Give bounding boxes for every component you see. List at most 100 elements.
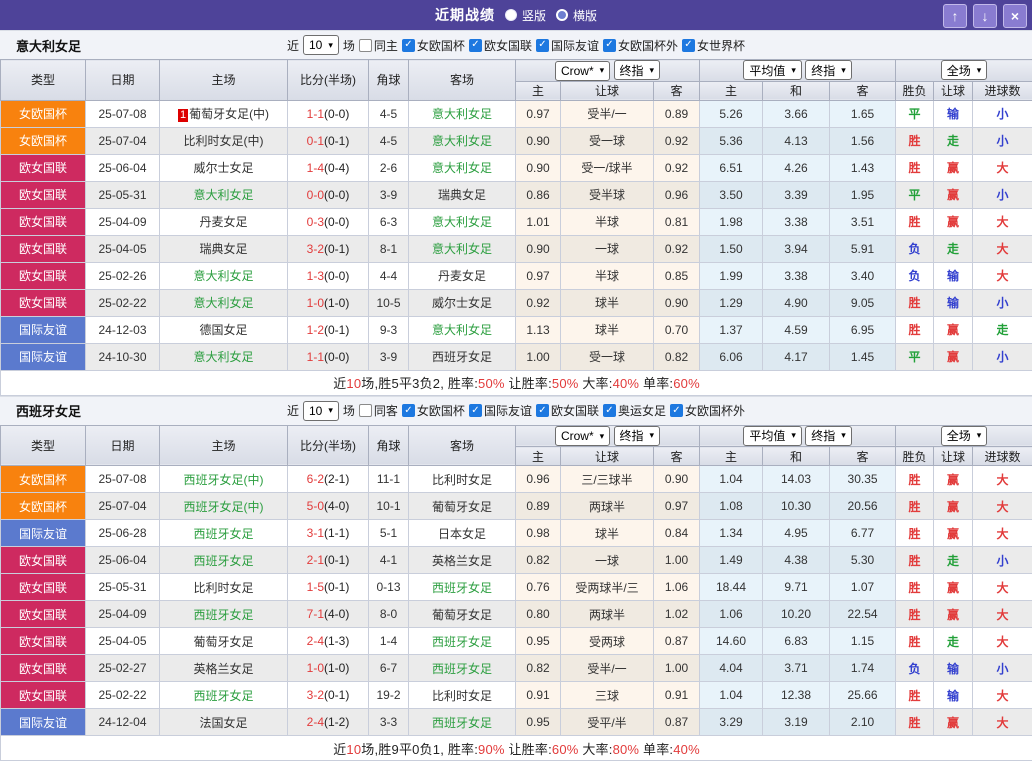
- avg-select[interactable]: 平均值▾: [743, 426, 802, 446]
- avg-away-cell: 1.65: [830, 100, 896, 127]
- goals-result-cell: 大: [973, 628, 1032, 655]
- scroll-up-button[interactable]: ↑: [943, 4, 967, 28]
- handicap-cell: 受两球: [561, 628, 654, 655]
- result-cell: 胜: [896, 601, 934, 628]
- handicap-cell: 受一球: [561, 343, 654, 370]
- odds-away-cell: 0.82: [654, 343, 700, 370]
- result-cell: 胜: [896, 154, 934, 181]
- handicap-cell: 两球半: [561, 493, 654, 520]
- checkbox-checked-icon: ✓: [469, 404, 482, 417]
- date-cell: 25-07-04: [86, 127, 160, 154]
- final-odds-select[interactable]: 终指▾: [614, 426, 661, 446]
- avg-draw-cell: 4.95: [763, 520, 830, 547]
- recent-count-select[interactable]: 10 ▾: [303, 35, 339, 55]
- score-cell: 2-1(0-1): [288, 547, 369, 574]
- handicap-cell: 球半: [561, 520, 654, 547]
- handicap-result-cell: 赢: [934, 601, 973, 628]
- avg-draw-cell: 3.66: [763, 100, 830, 127]
- league-checkbox[interactable]: ✓女世界杯: [682, 37, 745, 54]
- final-odds-select-2[interactable]: 终指▾: [805, 60, 852, 80]
- away-team-cell: 丹麦女足: [409, 262, 516, 289]
- odds-away-cell: 0.89: [654, 100, 700, 127]
- goals-result-cell: 大: [973, 601, 1032, 628]
- avg-away-cell: 1.95: [830, 181, 896, 208]
- chevron-down-icon: ▾: [977, 66, 982, 75]
- recent-count-select[interactable]: 10 ▾: [303, 401, 339, 421]
- avg-home-cell: 1.49: [700, 547, 763, 574]
- match-row: 欧女国联25-02-26意大利女足1-3(0-0)4-4丹麦女足0.97半球0.…: [1, 262, 1032, 289]
- chevron-down-icon: ▾: [600, 432, 605, 441]
- result-cell: 胜: [896, 574, 934, 601]
- date-cell: 24-10-30: [86, 343, 160, 370]
- bookmaker-select[interactable]: Crow*▾: [555, 426, 610, 446]
- avg-home-cell: 1.29: [700, 289, 763, 316]
- league-checkbox[interactable]: ✓国际友谊: [469, 402, 532, 419]
- same-venue-checkbox[interactable]: 同客: [359, 402, 398, 419]
- away-team-cell: 意大利女足: [409, 208, 516, 235]
- subcol-away-avg: 客: [830, 447, 896, 466]
- away-team-cell: 日本女足: [409, 520, 516, 547]
- score-cell: 1-0(1-0): [288, 289, 369, 316]
- league-checkbox[interactable]: ✓女欧国杯外: [670, 402, 745, 419]
- odds-home-cell: 0.95: [516, 628, 561, 655]
- team-name: 意大利女足: [16, 36, 81, 55]
- corner-cell: 0-13: [369, 574, 409, 601]
- home-team-cell: 意大利女足: [160, 262, 288, 289]
- avg-away-cell: 1.07: [830, 574, 896, 601]
- match-row: 欧女国联25-04-09丹麦女足0-3(0-0)6-3意大利女足1.01半球0.…: [1, 208, 1032, 235]
- home-team-cell: 瑞典女足: [160, 235, 288, 262]
- avg-home-cell: 6.51: [700, 154, 763, 181]
- match-row: 女欧国杯25-07-08西班牙女足(中)6-2(2-1)11-1比利时女足0.9…: [1, 466, 1032, 493]
- league-cell: 欧女国联: [1, 181, 86, 208]
- layout-radio-vertical[interactable]: 竖版: [505, 7, 546, 24]
- handicap-result-cell: 走: [934, 628, 973, 655]
- handicap-cell: 受两球半/三: [561, 574, 654, 601]
- match-row: 欧女国联25-05-31意大利女足0-0(0-0)3-9瑞典女足0.86受半球0…: [1, 181, 1032, 208]
- handicap-cell: 半球: [561, 208, 654, 235]
- full-match-select[interactable]: 全场▾: [941, 426, 988, 446]
- match-row: 欧女国联25-06-04威尔士女足1-4(0-4)2-6意大利女足0.90受一/…: [1, 154, 1032, 181]
- odds-away-cell: 0.90: [654, 466, 700, 493]
- subcol-goals: 进球数: [973, 81, 1032, 100]
- col-date: 日期: [86, 60, 160, 101]
- handicap-result-cell: 走: [934, 547, 973, 574]
- match-row: 女欧国杯25-07-04西班牙女足(中)5-0(4-0)10-1葡萄牙女足0.8…: [1, 493, 1032, 520]
- league-checkbox[interactable]: ✓国际友谊: [536, 37, 599, 54]
- summary-row: 近10场,胜5平3负2, 胜率:50% 让胜率:50% 大率:40% 单率:60…: [1, 370, 1032, 395]
- subcol-home-avg: 主: [700, 447, 763, 466]
- matches-tbody: 女欧国杯25-07-08西班牙女足(中)6-2(2-1)11-1比利时女足0.9…: [1, 466, 1032, 736]
- result-cell: 平: [896, 181, 934, 208]
- subcol-handicap-result: 让球: [934, 81, 973, 100]
- bookmaker-select[interactable]: Crow*▾: [555, 61, 610, 81]
- league-cell: 欧女国联: [1, 655, 86, 682]
- final-odds-select[interactable]: 终指▾: [614, 60, 661, 80]
- same-venue-label: 同主: [374, 37, 398, 54]
- handicap-cell: 两球半: [561, 601, 654, 628]
- final-odds-value: 终指: [620, 427, 644, 444]
- layout-radio-horizontal[interactable]: 横版: [556, 7, 597, 24]
- away-team-cell: 意大利女足: [409, 127, 516, 154]
- away-team-cell: 瑞典女足: [409, 181, 516, 208]
- full-match-select[interactable]: 全场▾: [941, 60, 988, 80]
- checkbox-empty-icon: [359, 404, 372, 417]
- league-checkbox[interactable]: ✓欧女国联: [469, 37, 532, 54]
- league-checkbox[interactable]: ✓欧女国联: [536, 402, 599, 419]
- final-odds-select-2[interactable]: 终指▾: [805, 426, 852, 446]
- goals-result-cell: 大: [973, 709, 1032, 736]
- league-checkbox[interactable]: ✓女欧国杯: [402, 37, 465, 54]
- scroll-down-button[interactable]: ↓: [973, 4, 997, 28]
- corner-cell: 2-6: [369, 154, 409, 181]
- league-checkbox[interactable]: ✓女欧国杯: [402, 402, 465, 419]
- league-checkbox[interactable]: ✓女欧国杯外: [603, 37, 678, 54]
- goals-result-cell: 小: [973, 181, 1032, 208]
- odds-home-cell: 0.80: [516, 601, 561, 628]
- odds-home-cell: 0.92: [516, 289, 561, 316]
- league-checkbox[interactable]: ✓奥运女足: [603, 402, 666, 419]
- avg-draw-cell: 9.71: [763, 574, 830, 601]
- odds-home-cell: 0.96: [516, 466, 561, 493]
- close-button[interactable]: ×: [1003, 4, 1027, 28]
- avg-value: 平均值: [749, 62, 785, 79]
- date-cell: 25-07-08: [86, 100, 160, 127]
- same-venue-checkbox[interactable]: 同主: [359, 37, 398, 54]
- avg-select[interactable]: 平均值▾: [743, 60, 802, 80]
